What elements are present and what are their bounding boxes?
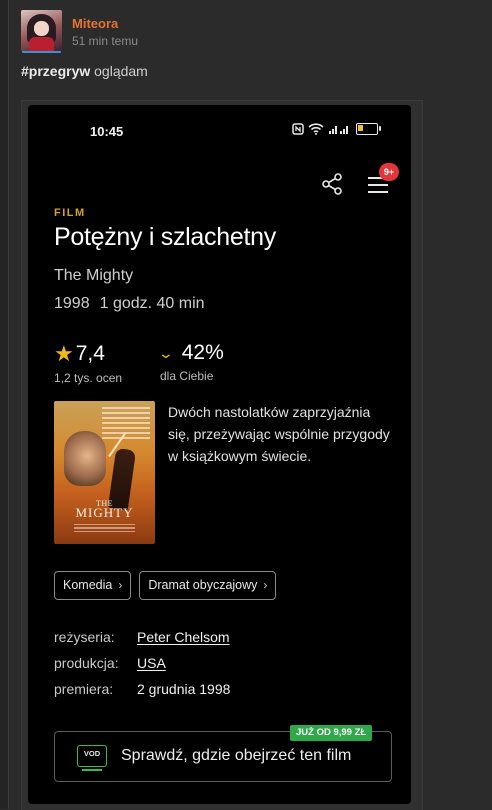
price-badge: JUŻ OD 9,99 ZŁ <box>290 725 373 741</box>
synopsis: Dwóch nastolatków zaprzyjaźnia się, prze… <box>168 404 390 464</box>
poster-title: MIGHTY <box>75 505 134 520</box>
detail-label: reżyseria: <box>54 629 115 645</box>
phone-screenshot: 10:45 9+ FILM Potężny i szlachetny The M… <box>28 105 411 804</box>
year-duration: 1998 1 godz. 40 min <box>54 295 205 313</box>
avatar[interactable] <box>21 10 62 51</box>
movie-title: Potężny i szlachetny <box>54 223 276 251</box>
match-label: dla Ciebie <box>160 369 214 383</box>
original-title: The Mighty <box>54 267 134 284</box>
left-rail <box>0 0 9 809</box>
match-block[interactable]: ⌄ 42% dla Ciebie <box>157 341 224 383</box>
post-body: oglądam <box>90 63 148 79</box>
battery-icon <box>356 123 381 135</box>
genre-chips: Komedia › Dramat obyczajowy › <box>54 571 277 600</box>
hashtag-link[interactable]: #przegryw <box>21 63 90 79</box>
premiere-date: 2 grudnia 1998 <box>137 681 231 697</box>
status-bar: 10:45 <box>28 105 411 145</box>
post-text: #przegryw oglądam <box>21 63 492 79</box>
director-link[interactable]: Peter Chelsom <box>137 629 230 645</box>
production-link[interactable]: USA <box>137 655 166 671</box>
genre-chip-comedy[interactable]: Komedia › <box>54 571 132 600</box>
rating-count: 1,2 tys. ocen <box>54 371 123 385</box>
duration: 1 godz. 40 min <box>99 295 205 312</box>
author-name[interactable]: Miteora <box>72 17 138 30</box>
post-meta: Miteora 51 min temu <box>72 10 138 47</box>
content-kind: FILM <box>54 207 86 219</box>
movie-details: reżyseria: Peter Chelsom produkcja: USA pr… <box>54 629 230 707</box>
chevron-right-icon: › <box>263 578 268 592</box>
post-header-area: Miteora 51 min temu #przegryw oglądam <box>21 10 492 79</box>
detail-row-production: produkcja: USA <box>54 655 230 681</box>
where-to-watch-label: Sprawdź, gdzie obejrzeć ten film <box>121 747 352 764</box>
detail-row-premiere: premiera: 2 grudnia 1998 <box>54 681 230 707</box>
rating-value: 7,4 <box>75 342 105 365</box>
status-time: 10:45 <box>90 124 124 139</box>
detail-row-director: reżyseria: Peter Chelsom <box>54 629 230 655</box>
detail-label: produkcja: <box>54 655 119 671</box>
post-time[interactable]: 51 min temu <box>72 35 138 47</box>
rating-block[interactable]: ★7,4 1,2 tys. ocen <box>54 341 122 385</box>
genre-label: Komedia <box>63 578 113 592</box>
detail-label: premiera: <box>54 681 114 697</box>
chevron-down-icon: ⌄ <box>157 344 175 361</box>
vod-icon: VOD <box>77 745 107 771</box>
genre-chip-drama[interactable]: Dramat obyczajowy › <box>139 571 277 600</box>
release-year: 1998 <box>54 295 90 312</box>
post-header: Miteora 51 min temu <box>21 10 492 51</box>
wifi-icon <box>308 123 324 135</box>
match-value: 42% <box>181 341 224 364</box>
notification-badge: 9+ <box>379 163 399 181</box>
movie-poster[interactable]: THE MIGHTY <box>54 401 155 544</box>
share-icon[interactable] <box>320 172 344 196</box>
star-icon: ★ <box>54 341 74 366</box>
image-attachment[interactable]: 10:45 9+ FILM Potężny i szlachetny The M… <box>21 100 423 810</box>
genre-label: Dramat obyczajowy <box>148 578 258 592</box>
chevron-right-icon: › <box>118 578 123 592</box>
status-icons <box>292 123 381 135</box>
nfc-icon <box>292 123 304 135</box>
signal-icon <box>329 126 348 134</box>
